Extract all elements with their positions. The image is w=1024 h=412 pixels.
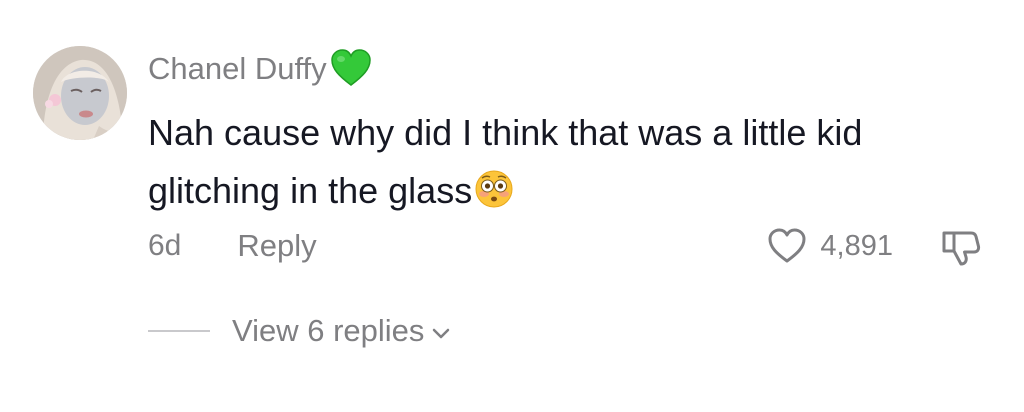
view-replies-label: View 6 replies xyxy=(232,313,425,348)
reply-button[interactable]: Reply xyxy=(237,228,316,264)
heart-outline-icon xyxy=(768,228,806,263)
comment-body: Nah cause why did I think that was a lit… xyxy=(148,104,988,220)
author-row: Chanel Duffy xyxy=(148,48,373,88)
like-button[interactable]: 4,891 xyxy=(766,224,893,268)
timestamp: 6d xyxy=(148,229,182,262)
view-replies-button[interactable]: View 6 replies xyxy=(148,311,452,351)
comment-text-line-1: Nah cause why did I think that was a lit… xyxy=(148,112,863,153)
avatar-image xyxy=(33,46,127,140)
replies-divider xyxy=(148,330,210,332)
green-heart-icon xyxy=(329,48,373,88)
like-count: 4,891 xyxy=(820,229,893,262)
author-name[interactable]: Chanel Duffy xyxy=(148,53,327,84)
comment-text-line-2: glitching in the glass xyxy=(148,162,988,220)
flushed-face-icon xyxy=(474,168,514,208)
comment-text-line-2-text: glitching in the glass xyxy=(148,170,473,211)
avatar[interactable] xyxy=(33,46,127,140)
comment-meta: 6d Reply xyxy=(148,226,317,266)
chevron-down-icon xyxy=(433,328,450,339)
thumbs-down-icon[interactable] xyxy=(938,226,982,270)
